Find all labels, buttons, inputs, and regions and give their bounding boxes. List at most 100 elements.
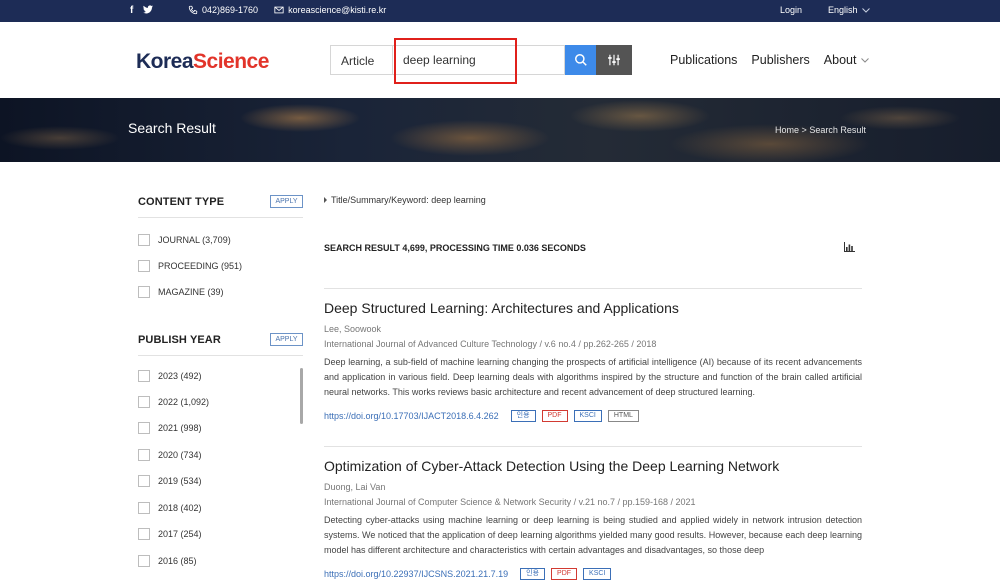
result-abstract: Detecting cyber-attacks using machine le… — [324, 515, 862, 555]
breadcrumb-current: Search Result — [809, 125, 866, 135]
phone-number: 042)869-1760 — [202, 5, 259, 15]
top-bar: f 042)869-1760 koreascience@kisti.re.kr … — [0, 0, 1000, 22]
content-type-apply-button[interactable]: APPLY — [270, 195, 303, 208]
ksci-button[interactable]: KSCI — [573, 410, 602, 422]
chevron-down-icon — [861, 57, 870, 63]
publish-year-apply-button[interactable]: APPLY — [270, 333, 303, 346]
sliders-icon — [608, 54, 620, 66]
publish-year-option[interactable]: 2023 (492) — [138, 370, 202, 382]
result-title[interactable]: Optimization of Cyber-Attack Detection U… — [324, 458, 862, 474]
html-button[interactable]: HTML — [607, 410, 639, 422]
checkbox[interactable] — [138, 502, 150, 514]
nav-about[interactable]: About — [824, 53, 870, 67]
contact-info: 042)869-1760 koreascience@kisti.re.kr — [188, 5, 386, 15]
mail-icon — [274, 6, 284, 14]
checkbox[interactable] — [138, 528, 150, 540]
publish-year-header: PUBLISH YEAR APPLY — [138, 328, 303, 356]
chevron-down-icon — [861, 7, 870, 13]
nav-publications[interactable]: Publications — [670, 53, 737, 67]
checkbox[interactable] — [138, 234, 150, 246]
bar-chart-icon[interactable] — [844, 242, 855, 252]
option-label: 2016 (85) — [158, 556, 197, 566]
result-item: Optimization of Cyber-Attack Detection U… — [324, 458, 862, 580]
phone-icon — [188, 5, 198, 15]
page-banner: Search Result Home > Search Result — [0, 98, 1000, 162]
doi-link[interactable]: https://doi.org/10.17703/IJACT2018.6.4.2… — [324, 411, 499, 421]
publish-year-option[interactable]: 2017 (254) — [138, 528, 202, 540]
login-link[interactable]: Login — [780, 5, 802, 15]
search-icon — [574, 54, 587, 66]
page-title: Search Result — [128, 120, 216, 136]
checkbox[interactable] — [138, 286, 150, 298]
email-contact: koreascience@kisti.re.kr — [274, 5, 386, 15]
result-author[interactable]: Lee, Soowook — [324, 324, 862, 334]
doi-link[interactable]: https://doi.org/10.22937/IJCSNS.2021.21.… — [324, 569, 508, 579]
option-label: 2021 (998) — [158, 423, 202, 433]
ksci-button[interactable]: KSCI — [583, 568, 612, 580]
advanced-search-button[interactable] — [596, 45, 632, 75]
caret-right-icon — [324, 197, 327, 203]
divider — [324, 288, 862, 289]
phone-contact: 042)869-1760 — [188, 5, 258, 15]
logo-science: Science — [193, 50, 269, 73]
search-input[interactable] — [392, 45, 565, 75]
publish-year-option[interactable]: 2016 (85) — [138, 555, 197, 567]
result-item: Deep Structured Learning: Architectures … — [324, 300, 862, 422]
publish-year-option[interactable]: 2018 (402) — [138, 502, 202, 514]
option-label: 2023 (492) — [158, 371, 202, 381]
main-nav: Publications Publishers About — [670, 53, 870, 67]
nav-about-label: About — [823, 53, 857, 67]
search-bar: Article — [330, 45, 632, 75]
pdf-button[interactable]: PDF — [541, 410, 568, 422]
breadcrumb-home[interactable]: Home — [775, 125, 799, 135]
result-title[interactable]: Deep Structured Learning: Architectures … — [324, 300, 862, 316]
option-label: PROCEEDING (951) — [158, 261, 243, 271]
search-query-line: Title/Summary/Keyword: deep learning — [324, 195, 486, 205]
search-type-select[interactable]: Article — [330, 45, 392, 75]
result-author[interactable]: Duong, Lai Van — [324, 482, 862, 492]
checkbox[interactable] — [138, 475, 150, 487]
nav-publishers[interactable]: Publishers — [751, 53, 809, 67]
result-links: https://doi.org/10.22937/IJCSNS.2021.21.… — [324, 568, 862, 580]
language-label: English — [828, 5, 858, 15]
divider — [324, 446, 862, 447]
content-type-option[interactable]: MAGAZINE (39) — [138, 286, 224, 298]
checkbox[interactable] — [138, 370, 150, 382]
result-abstract: Deep learning, a sub-field of machine le… — [324, 357, 862, 397]
cite-button[interactable]: 인용 — [520, 568, 546, 580]
breadcrumb: Home > Search Result — [775, 125, 866, 135]
checkbox[interactable] — [138, 449, 150, 461]
checkbox[interactable] — [138, 555, 150, 567]
publish-year-option[interactable]: 2021 (998) — [138, 422, 202, 434]
result-journal[interactable]: International Journal of Advanced Cultur… — [324, 339, 862, 349]
content-type-option[interactable]: JOURNAL (3,709) — [138, 234, 231, 246]
email-address[interactable]: koreascience@kisti.re.kr — [288, 5, 386, 15]
option-label: 2018 (402) — [158, 503, 202, 513]
content-type-header: CONTENT TYPE APPLY — [138, 190, 303, 218]
option-label: JOURNAL (3,709) — [158, 235, 231, 245]
checkbox[interactable] — [138, 396, 150, 408]
site-logo[interactable]: KoreaScience — [136, 50, 269, 74]
pdf-button[interactable]: PDF — [551, 568, 578, 580]
content-type-option[interactable]: PROCEEDING (951) — [138, 260, 242, 272]
breadcrumb-separator: > — [801, 125, 807, 135]
option-label: 2020 (734) — [158, 450, 202, 460]
result-journal[interactable]: International Journal of Computer Scienc… — [324, 497, 862, 507]
publish-year-scrollbar[interactable] — [300, 368, 303, 424]
option-label: MAGAZINE (39) — [158, 287, 224, 297]
checkbox[interactable] — [138, 422, 150, 434]
social-links: f — [130, 5, 154, 17]
content-type-label: CONTENT TYPE — [138, 196, 225, 208]
search-button[interactable] — [565, 45, 596, 75]
option-label: 2022 (1,092) — [158, 397, 210, 407]
publish-year-option[interactable]: 2022 (1,092) — [138, 396, 209, 408]
checkbox[interactable] — [138, 260, 150, 272]
cite-button[interactable]: 인용 — [510, 410, 536, 422]
option-label: 2019 (534) — [158, 476, 202, 486]
facebook-icon[interactable]: f — [130, 5, 133, 17]
language-selector[interactable]: English — [828, 5, 870, 15]
twitter-icon[interactable] — [143, 5, 154, 17]
publish-year-option[interactable]: 2020 (734) — [138, 449, 202, 461]
top-bar-right: Login English — [780, 5, 870, 15]
publish-year-option[interactable]: 2019 (534) — [138, 475, 202, 487]
